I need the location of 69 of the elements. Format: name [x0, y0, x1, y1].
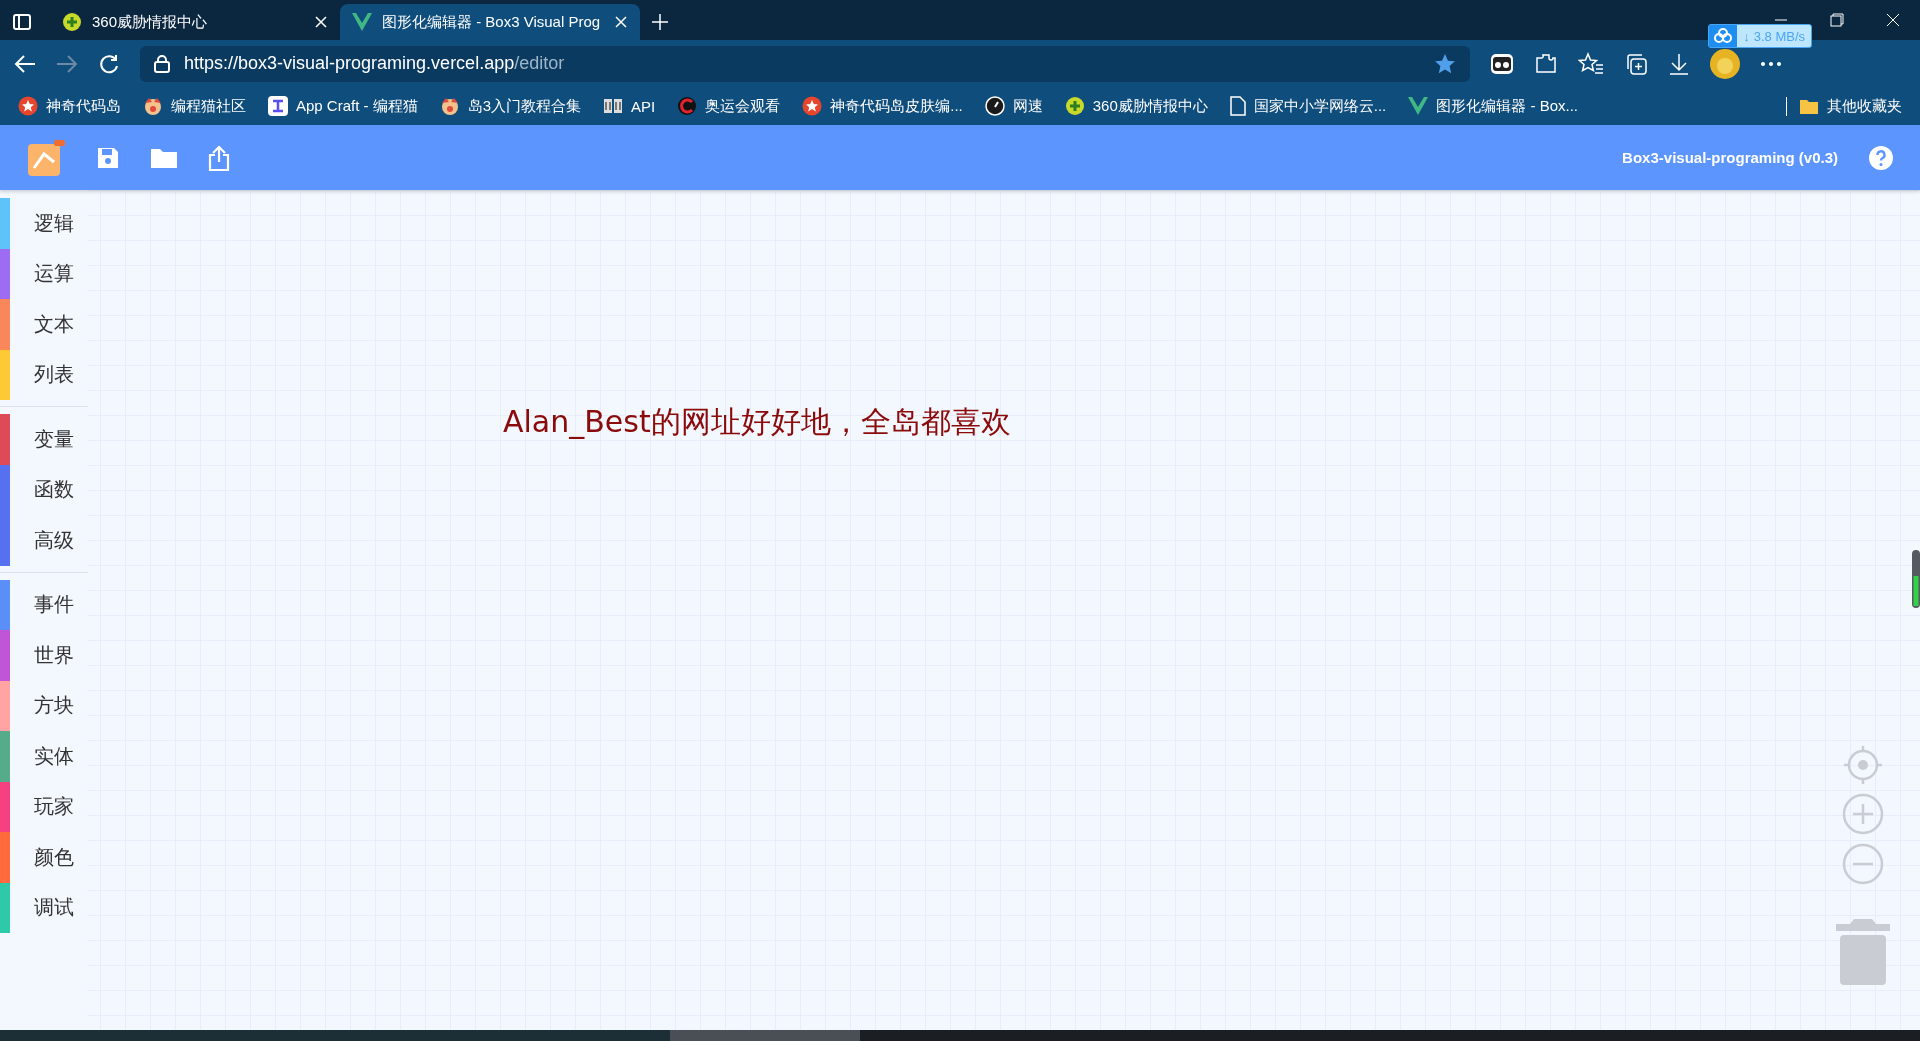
- profile-avatar-icon[interactable]: [1710, 48, 1740, 79]
- collections-icon[interactable]: [1624, 51, 1648, 76]
- speed-arrow: ↓: [1742, 28, 1750, 44]
- bookmark-item[interactable]: 360威胁情报中心: [1064, 96, 1208, 116]
- cat-icon: [439, 96, 460, 116]
- speed-text: 3.8 MB/s: [1752, 28, 1806, 44]
- address-bar[interactable]: https://box3-visual-programing.vercel.app/editor: [140, 45, 1470, 82]
- save-icon[interactable]: [96, 145, 120, 170]
- plus-circle-icon: [1064, 96, 1085, 116]
- folder-icon: [1799, 97, 1819, 115]
- extensions-icon[interactable]: [1534, 51, 1558, 76]
- bookmark-item[interactable]: 神奇代码岛皮肤编...: [802, 96, 963, 116]
- help-icon[interactable]: [1868, 144, 1894, 171]
- browser-tab[interactable]: 360威胁情报中心: [50, 4, 340, 40]
- category-item[interactable]: 方块: [34, 692, 74, 720]
- back-icon[interactable]: [14, 53, 36, 74]
- close-icon[interactable]: [614, 15, 628, 29]
- other-bookmarks-folder[interactable]: 其他收藏夹: [1786, 96, 1902, 116]
- url-text: https://box3-visual-programing.vercel.app/editor: [184, 53, 566, 74]
- category-item[interactable]: 列表: [34, 361, 74, 389]
- app-icon: [268, 96, 288, 116]
- share-icon[interactable]: [208, 144, 230, 171]
- category-item[interactable]: 文本: [34, 310, 74, 338]
- c-logo-icon: [677, 96, 698, 116]
- glasses-icon[interactable]: [1490, 52, 1514, 75]
- category-item[interactable]: 世界: [34, 641, 74, 669]
- category-item[interactable]: 实体: [34, 742, 74, 770]
- page-icon: [1229, 96, 1246, 116]
- forward-icon[interactable]: [56, 53, 78, 74]
- plus-circle-icon: [62, 12, 82, 32]
- app-logo-icon[interactable]: [26, 137, 66, 178]
- download-icon[interactable]: [1668, 51, 1690, 76]
- bookmark-item[interactable]: 网速: [984, 96, 1043, 116]
- cat-icon: [143, 96, 163, 116]
- bookmark-item[interactable]: 图形化编辑器 - Box...: [1408, 96, 1578, 116]
- scrollbar-drawing: [1912, 550, 1920, 608]
- more-icon[interactable]: [1760, 60, 1782, 67]
- category-item[interactable]: 玩家: [34, 793, 74, 821]
- app-title: Box3-visual-programing (v0.3): [1622, 149, 1838, 166]
- close-icon[interactable]: [1886, 13, 1900, 27]
- v-logo-icon: [352, 13, 372, 31]
- category-item[interactable]: 高级: [34, 526, 74, 554]
- close-icon[interactable]: [314, 15, 328, 29]
- folder-icon[interactable]: [150, 146, 178, 169]
- bookmark-item[interactable]: 编程猫社区: [143, 96, 246, 116]
- bookmark-item[interactable]: 岛3入门教程合集: [439, 96, 582, 116]
- bookmark-item[interactable]: API: [603, 97, 656, 115]
- cloud-icon: [1713, 28, 1734, 44]
- refresh-icon[interactable]: [98, 52, 120, 75]
- category-item[interactable]: 函数: [34, 476, 74, 504]
- bookmark-item[interactable]: 国家中小学网络云...: [1229, 96, 1387, 116]
- v-logo-icon: [1408, 97, 1429, 115]
- category-item[interactable]: 事件: [34, 591, 74, 619]
- category-item[interactable]: 逻辑: [34, 209, 74, 237]
- canvas-message: Alan_Best的网址好好地，全岛都喜欢: [503, 403, 1011, 441]
- favorites-icon[interactable]: [1578, 51, 1604, 76]
- category-item[interactable]: 变量: [34, 425, 74, 453]
- category-item[interactable]: 颜色: [34, 843, 74, 871]
- category-item[interactable]: 调试: [34, 894, 74, 922]
- book-icon: [603, 97, 624, 115]
- browser-tab[interactable]: 图形化编辑器 - Box3 Visual Prog: [340, 4, 640, 40]
- gauge-icon: [984, 96, 1005, 116]
- lock-icon: [154, 54, 170, 73]
- star-icon[interactable]: [1434, 52, 1456, 75]
- bookmark-item[interactable]: App Craft - 编程猫: [268, 96, 418, 116]
- category-item[interactable]: 运算: [34, 260, 74, 288]
- bookmark-item[interactable]: 神奇代码岛: [18, 96, 121, 116]
- restore-icon[interactable]: [1830, 13, 1844, 27]
- bookmark-item[interactable]: 奥运会观看: [677, 96, 781, 116]
